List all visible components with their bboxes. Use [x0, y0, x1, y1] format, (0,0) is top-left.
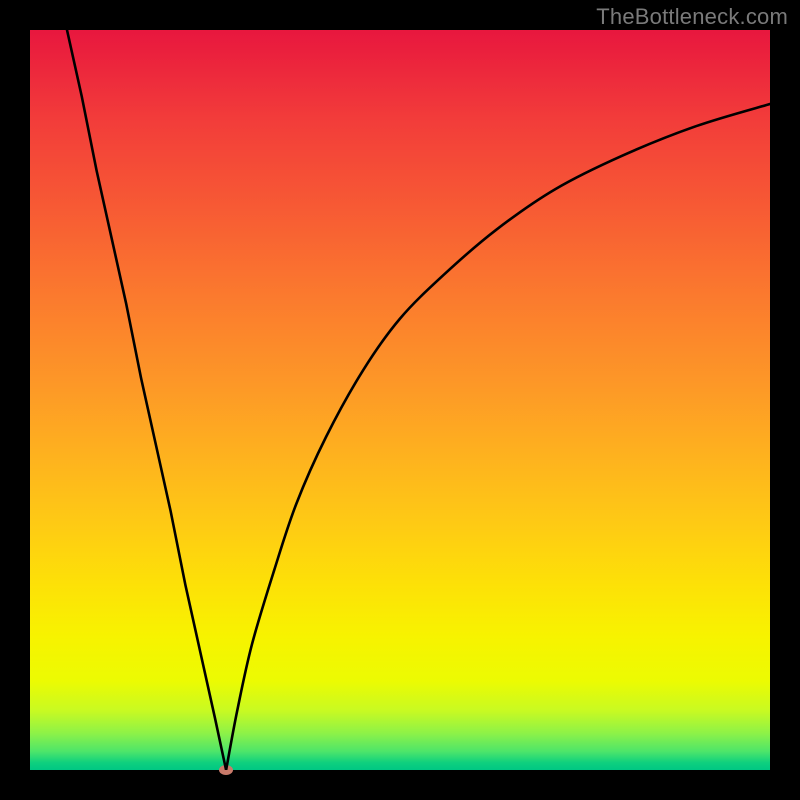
- bottleneck-curve: [30, 30, 770, 770]
- plot-area: [30, 30, 770, 770]
- watermark-text: TheBottleneck.com: [596, 4, 788, 30]
- chart-frame: TheBottleneck.com: [0, 0, 800, 800]
